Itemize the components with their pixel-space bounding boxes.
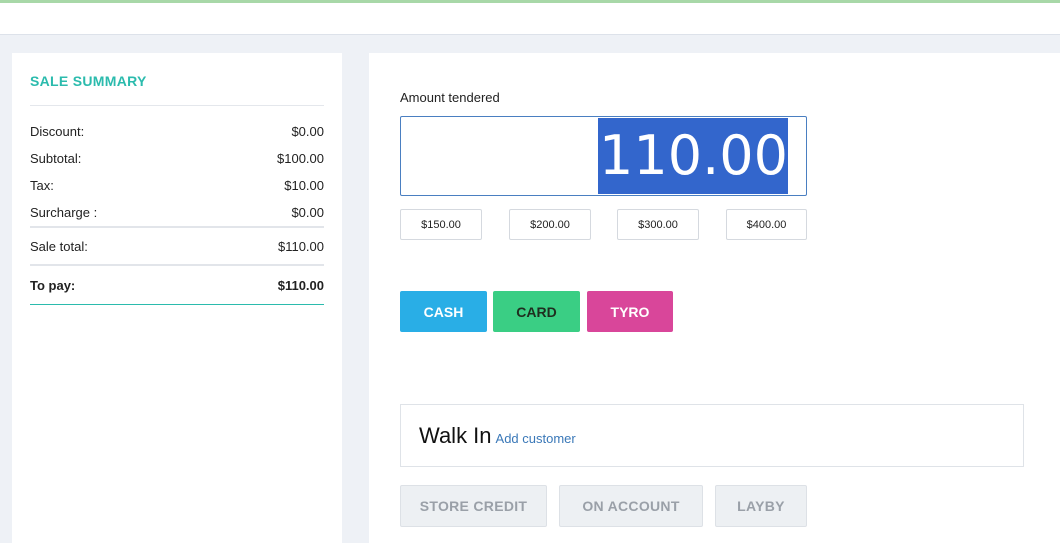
card-button[interactable]: CARD (493, 291, 580, 332)
amount-tendered-value: 110.00 (598, 118, 788, 194)
sale-total-value: $110.00 (277, 238, 324, 254)
summary-bottom-line (30, 304, 324, 305)
summary-label: Tax: (30, 178, 54, 193)
quick-amount-button-150[interactable]: $150.00 (400, 209, 482, 240)
amount-tendered-label: Amount tendered (400, 90, 500, 105)
sale-summary-panel: SALE SUMMARY Discount: $0.00 Subtotal: $… (12, 53, 342, 543)
tyro-button[interactable]: TYRO (587, 291, 673, 332)
summary-value: $100.00 (277, 151, 324, 166)
on-account-button[interactable]: ON ACCOUNT (559, 485, 703, 527)
customer-name: Walk In (419, 422, 492, 448)
summary-row-sale-total: Sale total: $110.00 (30, 228, 324, 264)
summary-row-to-pay: To pay: $110.00 (30, 266, 324, 304)
customer-box: Walk In Add customer (400, 404, 1024, 467)
summary-label: Subtotal: (30, 151, 82, 166)
summary-value: $0.00 (291, 124, 324, 139)
amount-tendered-input[interactable]: 110.00 (400, 116, 807, 196)
store-credit-button[interactable]: STORE CREDIT (400, 485, 547, 527)
to-pay-label: To pay: (30, 277, 76, 293)
summary-row-surcharge: Surcharge : $0.00 (30, 199, 324, 226)
sale-total-label: Sale total: (30, 238, 88, 254)
summary-row-tax: Tax: $10.00 (30, 172, 324, 199)
cash-button[interactable]: CASH (400, 291, 487, 332)
to-pay-value: $110.00 (277, 277, 324, 293)
quick-amount-button-400[interactable]: $400.00 (726, 209, 807, 240)
summary-value: $0.00 (291, 205, 324, 220)
layby-button[interactable]: LAYBY (715, 485, 807, 527)
quick-amount-button-200[interactable]: $200.00 (509, 209, 591, 240)
summary-label: Surcharge : (30, 205, 98, 220)
summary-row-discount: Discount: $0.00 (30, 118, 324, 145)
sale-summary-title: SALE SUMMARY (30, 73, 324, 106)
summary-label: Discount: (30, 124, 85, 139)
summary-row-subtotal: Subtotal: $100.00 (30, 145, 324, 172)
summary-value: $10.00 (284, 178, 324, 193)
top-bar (0, 3, 1060, 35)
add-customer-link[interactable]: Add customer (496, 431, 576, 446)
quick-amount-button-300[interactable]: $300.00 (617, 209, 699, 240)
payment-panel: Amount tendered 110.00 $150.00 $200.00 $… (369, 53, 1060, 543)
